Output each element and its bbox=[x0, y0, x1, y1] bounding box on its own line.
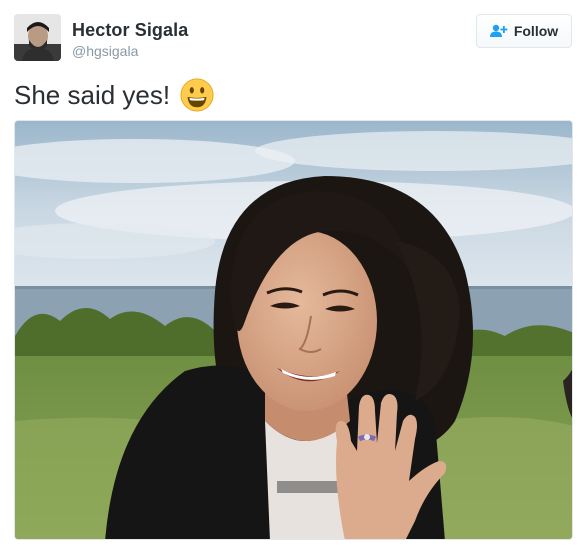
follow-button[interactable]: Follow bbox=[476, 14, 572, 48]
follow-button-label: Follow bbox=[513, 23, 559, 39]
avatar[interactable] bbox=[14, 14, 61, 61]
avatar-image bbox=[14, 14, 61, 61]
tweet-text: She said yes! bbox=[14, 78, 214, 112]
tweet-header: Hector Sigala @hgsigala Follow bbox=[0, 0, 587, 70]
tweet-photo[interactable] bbox=[14, 120, 573, 540]
smiley-face-emoji bbox=[180, 78, 214, 112]
username-handle[interactable]: @hgsigala bbox=[72, 43, 138, 59]
tweet-text-content: She said yes! bbox=[14, 79, 171, 110]
photo-image bbox=[15, 121, 572, 539]
add-user-icon bbox=[489, 24, 508, 37]
display-name[interactable]: Hector Sigala bbox=[72, 20, 188, 41]
